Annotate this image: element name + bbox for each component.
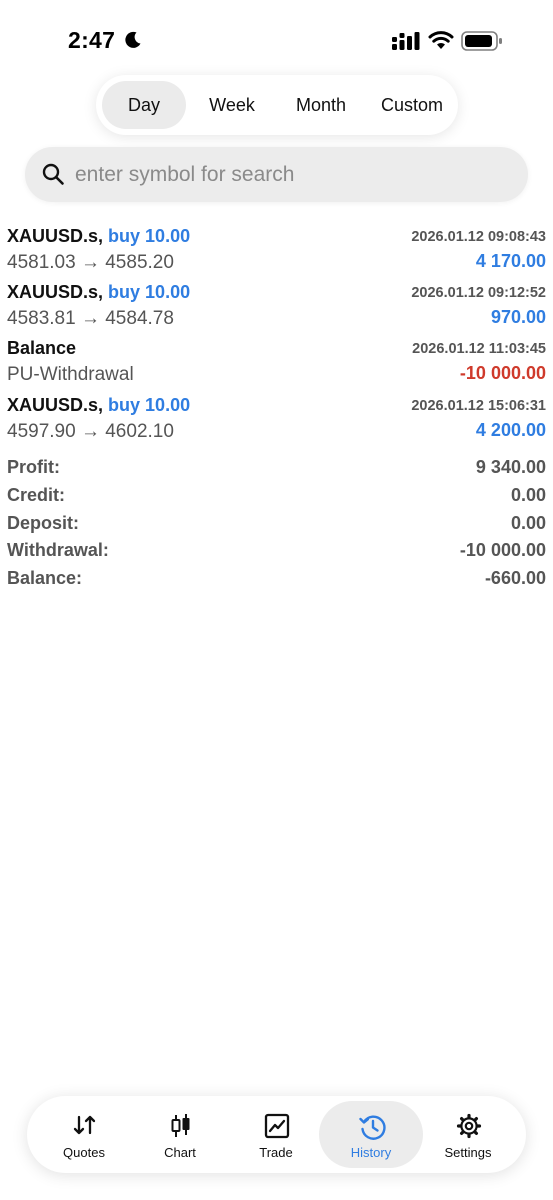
moon-icon [125, 31, 141, 48]
deal-profit: 4 170.00 [475, 251, 546, 271]
tab-label: Chart [164, 1145, 196, 1160]
summary-value: 0.00 [510, 485, 546, 505]
search-bar[interactable] [25, 147, 528, 202]
summary-withdrawal: Withdrawal: -10 000.00 [0, 540, 553, 566]
deal-row[interactable]: XAUUSD.s, buy 10.00 4583.81 → 4584.78 20… [0, 282, 553, 338]
wifi-icon [428, 31, 454, 49]
summary-label: Deposit: [7, 513, 79, 533]
search-input[interactable] [75, 147, 515, 202]
deal-symbol: XAUUSD.s, [7, 282, 104, 302]
deal-row[interactable]: XAUUSD.s, buy 10.00 4581.03 → 4585.20 20… [0, 226, 553, 282]
deal-symbol: XAUUSD.s, [7, 395, 104, 415]
deal-time: 2026.01.12 09:08:43 [411, 229, 546, 245]
search-icon [42, 163, 64, 185]
summary-label: Balance: [7, 568, 83, 588]
deal-symbol: XAUUSD.s, [7, 226, 104, 246]
deal-profit: -10 000.00 [459, 363, 546, 383]
cellular-signal-icon [392, 32, 420, 50]
summary-value: -10 000.00 [459, 540, 546, 560]
deal-row[interactable]: XAUUSD.s, buy 10.00 4597.90 → 4602.10 20… [0, 395, 553, 451]
deal-time: 2026.01.12 15:06:31 [411, 398, 546, 414]
gear-icon [456, 1113, 482, 1139]
status-bar: 2:47 [0, 0, 553, 80]
candlestick-icon [171, 1114, 190, 1137]
summary-balance: Balance: -660.00 [0, 568, 553, 594]
deal-prices: 4581.03 → 4585.20 [7, 252, 174, 273]
deal-prices: 4583.81 → 4584.78 [7, 308, 174, 329]
summary-label: Withdrawal: [7, 540, 109, 560]
summary-value: 0.00 [510, 513, 546, 533]
deal-profit: 4 200.00 [475, 420, 546, 440]
summary-credit: Credit: 0.00 [0, 485, 553, 511]
period-month-button[interactable]: Month [276, 81, 366, 129]
tab-label: Quotes [63, 1145, 105, 1160]
summary-label: Profit: [7, 457, 60, 477]
deal-action: buy 10.00 [108, 226, 191, 246]
tab-label: Settings [444, 1145, 492, 1160]
period-week-button[interactable]: Week [188, 81, 276, 129]
history-clock-icon [359, 1115, 386, 1140]
summary-label: Credit: [7, 485, 65, 505]
summary-value: -660.00 [484, 568, 546, 588]
deal-prices: 4597.90 → 4602.10 [7, 421, 174, 442]
deal-symbol: Balance [7, 338, 77, 358]
period-custom-button[interactable]: Custom [368, 81, 456, 129]
deal-row[interactable]: Balance PU-Withdrawal 2026.01.12 11:03:4… [0, 338, 553, 394]
battery-icon [461, 31, 502, 51]
tab-label: Trade [259, 1145, 293, 1160]
deal-action: buy 10.00 [108, 282, 191, 302]
period-selector: Day Week Month Custom [96, 75, 458, 135]
tab-trade[interactable]: Trade [224, 1101, 328, 1168]
deal-action: buy 10.00 [108, 395, 191, 415]
quotes-arrows-icon [73, 1115, 96, 1135]
summary-deposit: Deposit: 0.00 [0, 513, 553, 539]
status-time: 2:47 [68, 27, 116, 53]
tab-chart[interactable]: Chart [128, 1101, 232, 1168]
period-day-button[interactable]: Day [102, 81, 186, 129]
tab-quotes[interactable]: Quotes [32, 1101, 136, 1168]
deal-profit: 970.00 [490, 307, 546, 327]
trade-chart-icon [264, 1113, 290, 1139]
summary-profit: Profit: 9 340.00 [0, 457, 553, 483]
tab-history[interactable]: History [319, 1101, 423, 1168]
tab-settings[interactable]: Settings [416, 1101, 520, 1168]
tab-label: History [350, 1145, 392, 1160]
tab-bar: Quotes Chart Trade History Settings [27, 1096, 526, 1173]
deal-comment: PU-Withdrawal [7, 364, 134, 385]
deal-time: 2026.01.12 11:03:45 [412, 341, 546, 357]
deal-time: 2026.01.12 09:12:52 [411, 285, 546, 301]
summary-value: 9 340.00 [475, 457, 546, 477]
